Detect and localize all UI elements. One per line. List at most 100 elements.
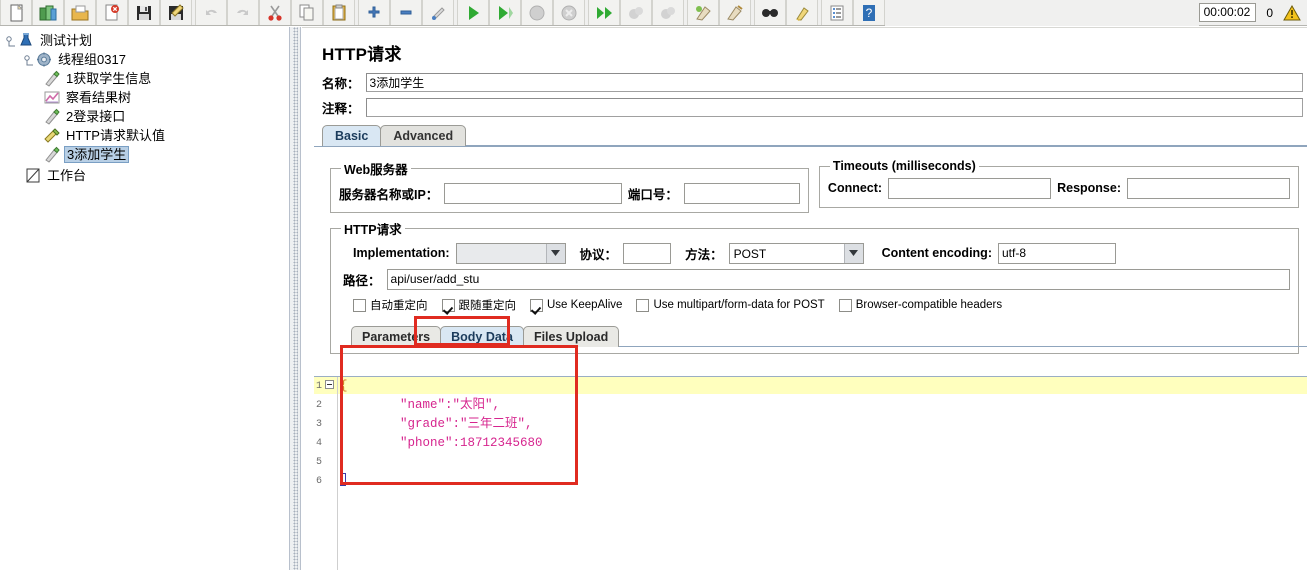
reset-search-icon[interactable] <box>786 0 818 25</box>
method-label: 方法： <box>685 247 723 262</box>
chevron-down-icon[interactable] <box>545 243 565 263</box>
remote-start-all-icon[interactable] <box>588 0 620 25</box>
checkbox-browser-compatible-headers[interactable]: Browser-compatible headers <box>838 298 1002 312</box>
basic-tab-content: Web服务器 服务器名称或IP： 端口号： Timeouts (millisec… <box>314 146 1307 354</box>
expand-all-icon[interactable] <box>358 0 390 25</box>
name-row: 名称： <box>302 71 1307 93</box>
response-timeout-input[interactable] <box>1127 177 1290 199</box>
clear-icon[interactable] <box>687 0 719 25</box>
close-icon[interactable] <box>96 0 128 25</box>
tree-node-login-api[interactable]: 2登录接口 <box>0 107 288 126</box>
tree-node-view-results-tree[interactable]: 察看结果树 <box>0 88 288 107</box>
port-input[interactable] <box>683 182 800 204</box>
paste-icon[interactable] <box>323 0 355 25</box>
toolbar-search-group <box>754 0 818 26</box>
code-line: "grade":"三年二班", <box>340 417 533 431</box>
checkbox-label: Use multipart/form-data for POST <box>653 299 825 311</box>
search-icon[interactable] <box>754 0 786 25</box>
start-no-pauses-icon[interactable] <box>489 0 521 25</box>
tree-node-get-student-info[interactable]: 1获取学生信息 <box>0 69 288 88</box>
cut-icon[interactable] <box>259 0 291 25</box>
open-icon[interactable] <box>64 0 96 25</box>
implementation-combo[interactable] <box>455 242 566 264</box>
test-plan-tree[interactable]: 测试计划 线程组0317 1获取学生信息 察看结果树 2登录接口 HTTP请求默… <box>0 27 289 570</box>
port-label: 端口号： <box>627 187 678 202</box>
split-pane-divider[interactable] <box>289 27 301 570</box>
expand-handle-icon[interactable] <box>24 54 35 66</box>
checkbox-box[interactable] <box>441 298 455 312</box>
new-test-plan-icon[interactable] <box>0 0 32 25</box>
protocol-input[interactable] <box>623 242 672 264</box>
view-results-tree-icon <box>43 89 61 106</box>
chevron-down-icon[interactable] <box>843 243 863 263</box>
method-combo[interactable]: POST <box>728 242 864 264</box>
checkbox-use-multipart[interactable]: Use multipart/form-data for POST <box>636 298 825 312</box>
tab-advanced[interactable]: Advanced <box>380 125 467 146</box>
tree-node-http-defaults[interactable]: HTTP请求默认值 <box>0 126 288 145</box>
warning-triangle-icon[interactable] <box>1283 4 1301 21</box>
expand-handle-icon[interactable] <box>6 35 17 47</box>
connect-timeout-input[interactable] <box>888 177 1052 199</box>
tab-basic[interactable]: Basic <box>322 125 382 146</box>
function-helper-icon[interactable] <box>821 0 853 25</box>
undo-icon[interactable] <box>195 0 227 25</box>
tree-node-label: 2登录接口 <box>66 109 126 124</box>
checkbox-box[interactable] <box>636 298 650 312</box>
help-icon[interactable]: ? <box>853 0 885 25</box>
timeouts-group: Timeouts (milliseconds) Connect: Respons… <box>818 159 1299 208</box>
web-server-group: Web服务器 服务器名称或IP： 端口号： <box>330 159 809 213</box>
main-toolbar: ? 00:00:02 0 <box>0 0 1307 26</box>
start-icon[interactable] <box>457 0 489 25</box>
implementation-row: Implementation: 协议： 方法： POST Content enc… <box>339 240 1290 266</box>
save-icon[interactable] <box>128 0 160 25</box>
checkbox-box[interactable] <box>530 298 543 312</box>
tree-node-test-plan[interactable]: 测试计划 <box>0 31 288 50</box>
copy-icon[interactable] <box>291 0 323 25</box>
toggle-icon[interactable] <box>422 0 454 25</box>
tree-node-add-student[interactable]: 3添加学生 <box>0 145 288 164</box>
workbench-icon <box>24 167 42 184</box>
checkbox-box[interactable] <box>838 298 852 312</box>
connect-label: Connect: <box>827 181 883 195</box>
timeouts-row: Connect: Response: <box>828 175 1290 201</box>
name-label: 名称： <box>322 76 360 91</box>
tab-parameters[interactable]: Parameters <box>351 326 442 347</box>
body-data-editor[interactable]: 1 2 3 4 5 6 { "name":"太阳", "grade":"三年二班… <box>314 376 1307 570</box>
templates-icon[interactable] <box>32 0 64 25</box>
tab-files-upload[interactable]: Files Upload <box>522 326 620 347</box>
name-input[interactable] <box>365 72 1303 92</box>
tree-node-thread-group[interactable]: 线程组0317 <box>0 50 288 69</box>
web-server-row: 服务器名称或IP： 端口号： <box>339 180 800 206</box>
tree-node-workbench[interactable]: 工作台 <box>0 166 288 185</box>
implementation-label: Implementation: <box>353 246 450 260</box>
code-fold-toggle-icon[interactable] <box>325 380 334 389</box>
server-timeouts-row: Web服务器 服务器名称或IP： 端口号： Timeouts (millisec… <box>322 153 1299 215</box>
server-name-input[interactable] <box>444 182 622 204</box>
tree-node-label: 测试计划 <box>40 33 93 48</box>
content-encoding-input[interactable] <box>997 242 1116 264</box>
remote-shutdown-all-icon[interactable] <box>652 0 684 25</box>
path-row: 路径： <box>339 266 1290 292</box>
toolbar-clear-group <box>687 0 751 26</box>
tree-node-label: HTTP请求默认值 <box>66 128 165 143</box>
remote-stop-all-icon[interactable] <box>620 0 652 25</box>
checkbox-auto-redirect[interactable]: 自动重定向 <box>353 297 428 313</box>
code-text-area[interactable]: { "name":"太阳", "grade":"三年二班", "phone":1… <box>338 377 1307 570</box>
checkbox-use-keepalive[interactable]: Use KeepAlive <box>530 298 622 312</box>
shutdown-icon[interactable] <box>553 0 585 25</box>
path-input[interactable] <box>386 268 1290 290</box>
code-line: "phone":18712345680 <box>340 436 543 450</box>
stop-icon[interactable] <box>521 0 553 25</box>
comment-label: 注释： <box>322 101 360 116</box>
clear-all-icon[interactable] <box>719 0 751 25</box>
comment-input[interactable] <box>365 97 1303 117</box>
timeouts-legend: Timeouts (milliseconds) <box>832 159 976 173</box>
collapse-all-icon[interactable] <box>390 0 422 25</box>
redo-icon[interactable] <box>227 0 259 25</box>
save-as-icon[interactable] <box>160 0 192 25</box>
tab-body-data[interactable]: Body Data <box>440 326 524 347</box>
checkbox-follow-redirect[interactable]: 跟随重定向 <box>441 297 516 313</box>
editor-surface[interactable]: 1 2 3 4 5 6 { "name":"太阳", "grade":"三年二班… <box>314 377 1307 570</box>
checkbox-box[interactable] <box>353 298 366 312</box>
